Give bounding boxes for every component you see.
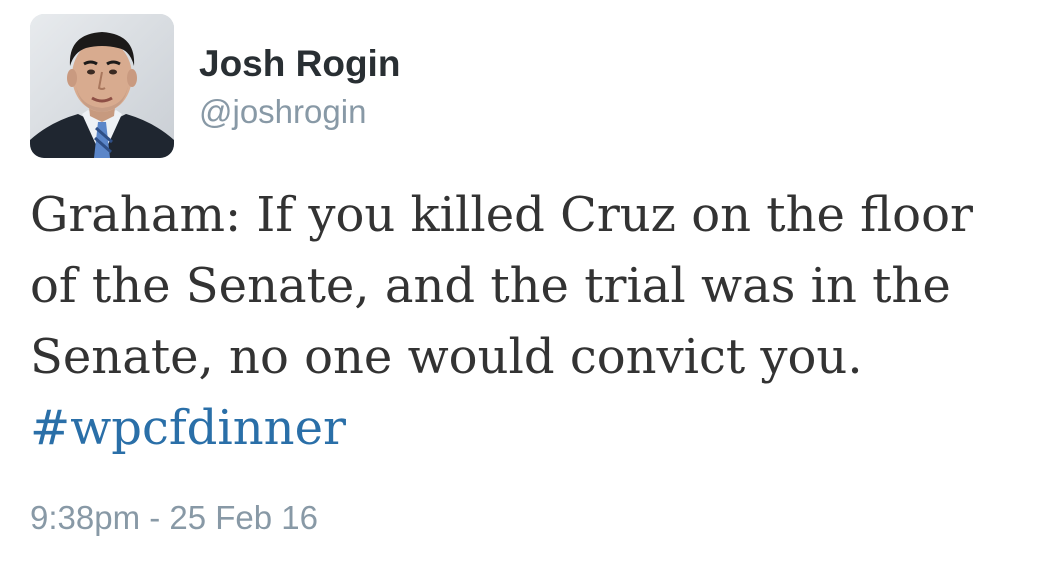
tweet-text-line: Senate, no one would convict you. [30,329,863,385]
tweet-card: Josh Rogin @joshrogin Graham: If you kil… [0,0,1041,576]
tweet-text-line: Graham: If you killed Cruz on the floor [30,187,973,243]
tweet-text-line: of the Senate, and the trial was in the [30,258,951,314]
tweet-timestamp[interactable]: 9:38pm - 25 Feb 16 [30,497,318,539]
hashtag-link[interactable]: #wpcfdinner [30,393,1035,464]
profile-avatar[interactable] [30,14,174,158]
avatar-photo-icon [30,14,174,158]
author-display-name[interactable]: Josh Rogin [199,42,400,86]
author-handle[interactable]: @joshrogin [199,92,366,132]
tweet-text: Graham: If you killed Cruz on the floor … [30,180,1035,464]
